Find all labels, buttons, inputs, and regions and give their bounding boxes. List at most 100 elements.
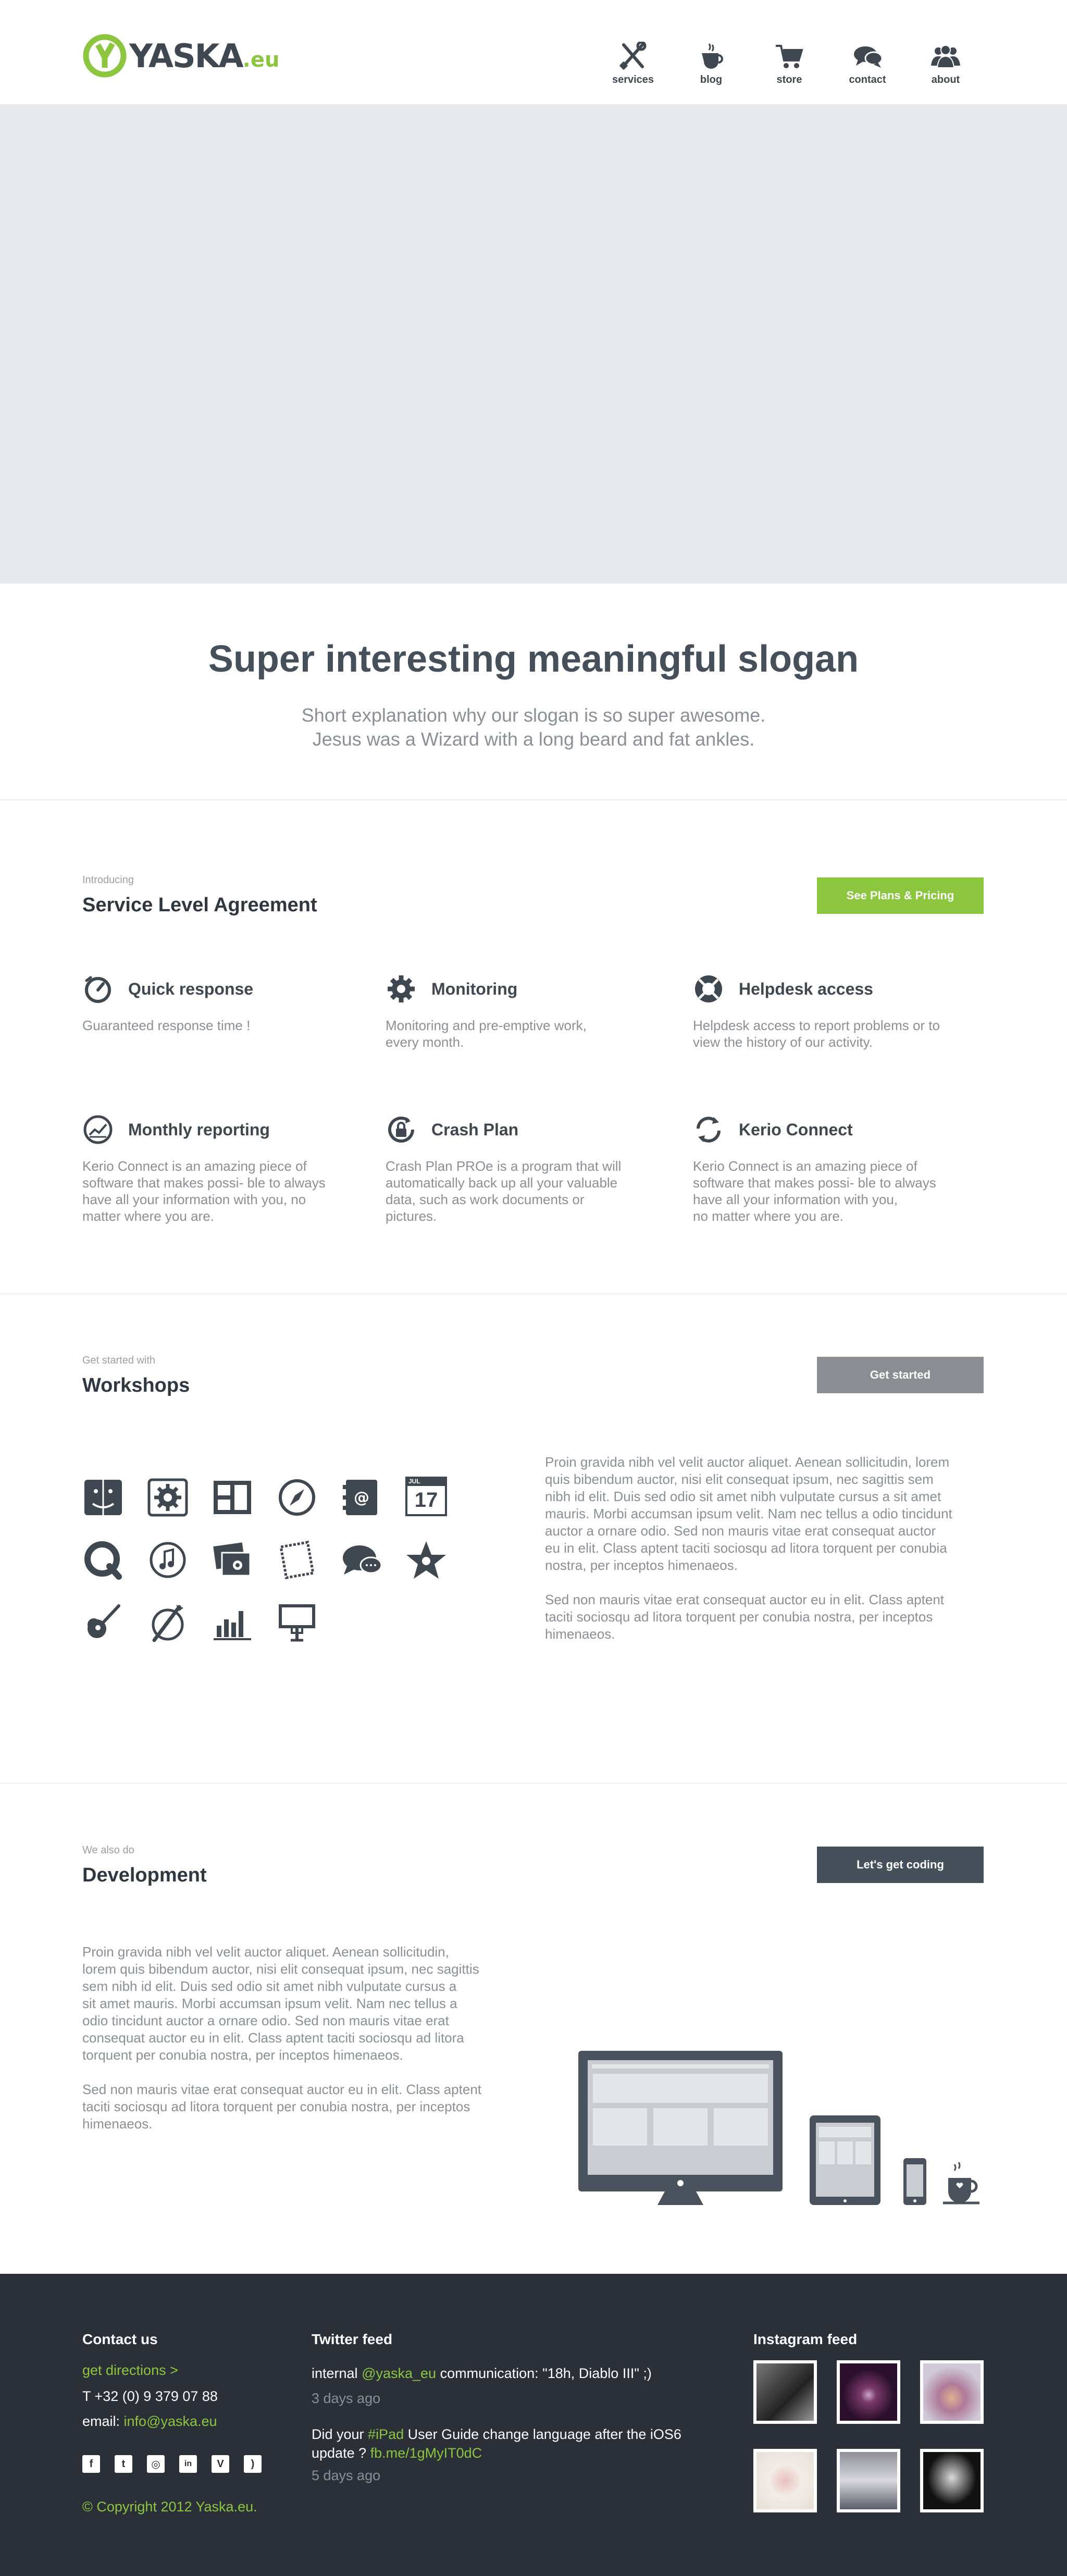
twitter-feed-title: Twitter feed bbox=[312, 2331, 393, 2347]
instagram-photo[interactable] bbox=[837, 2360, 900, 2424]
section-kicker: Get started with bbox=[82, 1355, 156, 1366]
calendar-day: 17 bbox=[405, 1486, 447, 1516]
report-chart-icon bbox=[83, 1115, 113, 1144]
coffee-cup-icon bbox=[702, 43, 723, 69]
tweet-text: update ? bbox=[312, 2445, 370, 2461]
nav-label: services bbox=[612, 74, 654, 85]
iphoto-icon bbox=[213, 1542, 251, 1577]
see-plans-pricing-button[interactable]: See Plans & Pricing bbox=[817, 877, 984, 914]
address-book-icon: @ bbox=[343, 1480, 377, 1515]
tweet-text: communication: "18h, Diablo III" ;) bbox=[436, 2366, 652, 2381]
sla-section: Introducing Service Level Agreement See … bbox=[0, 800, 1067, 1294]
main-nav: services blog store contact about bbox=[594, 42, 985, 86]
section-title: Development bbox=[82, 1864, 207, 1886]
vimeo-icon[interactable]: V bbox=[212, 2455, 229, 2473]
instagram-photo[interactable] bbox=[753, 2449, 817, 2512]
contact-title: Contact us bbox=[82, 2331, 158, 2347]
instagram-icon[interactable]: ◎ bbox=[147, 2455, 165, 2473]
feature-monthly-reporting: Monthly reporting Kerio Connect is an am… bbox=[82, 1113, 374, 1224]
site-footer: Contact us get directions > T +32 (0) 9 … bbox=[0, 2274, 1067, 2576]
phone-icon bbox=[903, 2158, 926, 2205]
messages-icon bbox=[343, 1545, 382, 1575]
garageband-guitar-icon bbox=[88, 1604, 120, 1638]
copyright: © Copyright 2012 Yaska.eu. bbox=[82, 2499, 257, 2515]
people-icon bbox=[931, 45, 960, 68]
itunes-music-icon bbox=[150, 1542, 186, 1578]
instagram-photo[interactable] bbox=[837, 2449, 900, 2512]
tweet-text: User Guide change language after the iOS… bbox=[404, 2426, 681, 2442]
nav-item-store[interactable]: store bbox=[750, 42, 828, 86]
tweet-url-link[interactable]: fb.me/1gMyIT0dC bbox=[370, 2445, 482, 2461]
tweet-mention-link[interactable]: @yaska_eu bbox=[362, 2366, 436, 2381]
preview-stamp-icon bbox=[279, 1541, 315, 1579]
slogan-subtitle: Short explanation why our slogan is so s… bbox=[301, 704, 766, 750]
feature-helpdesk-access: Helpdesk access Helpdesk access to repor… bbox=[693, 972, 985, 1050]
development-section: We also do Development Let's get coding … bbox=[0, 1784, 1067, 2274]
section-title: Workshops bbox=[82, 1374, 190, 1396]
finder-icon bbox=[84, 1480, 122, 1515]
instagram-photo[interactable] bbox=[920, 2449, 984, 2512]
linkedin-icon[interactable]: in bbox=[179, 2455, 197, 2473]
nav-item-about[interactable]: about bbox=[907, 42, 985, 86]
tweet-2-time: 5 days ago bbox=[312, 2468, 381, 2483]
svg-text:@: @ bbox=[354, 1489, 369, 1507]
quicktime-icon bbox=[84, 1541, 122, 1580]
feature-text: Helpdesk access to report problems or to… bbox=[693, 1018, 940, 1050]
speech-bubbles-icon bbox=[854, 46, 883, 68]
nav-item-contact[interactable]: contact bbox=[828, 42, 907, 86]
twitter-icon[interactable]: t bbox=[115, 2455, 132, 2473]
keynote-podium-icon bbox=[279, 1604, 315, 1642]
rss-icon[interactable]: ) bbox=[244, 2455, 262, 2473]
feature-text: Guaranteed response time ! bbox=[82, 1018, 251, 1033]
imovie-star-icon bbox=[406, 1541, 446, 1579]
get-started-button[interactable]: Get started bbox=[817, 1357, 984, 1393]
instagram-photo[interactable] bbox=[920, 2360, 984, 2424]
facebook-icon[interactable]: f bbox=[82, 2455, 100, 2473]
calendar-month: JUL bbox=[405, 1477, 447, 1486]
feature-title: Quick response bbox=[128, 979, 254, 998]
shopping-cart-icon bbox=[776, 45, 803, 68]
nav-item-blog[interactable]: blog bbox=[672, 42, 750, 86]
feature-title: Kerio Connect bbox=[739, 1120, 853, 1139]
devices-illustration bbox=[578, 2051, 979, 2205]
instagram-photo[interactable] bbox=[753, 2360, 817, 2424]
lock-refresh-icon bbox=[388, 1116, 414, 1143]
slogan-title: Super interesting meaningful slogan bbox=[208, 638, 859, 680]
tweet-hashtag-link[interactable]: #iPad bbox=[368, 2426, 404, 2442]
tweet-1-time: 3 days ago bbox=[312, 2391, 381, 2406]
slogan-section: Super interesting meaningful slogan Shor… bbox=[0, 584, 1067, 800]
nav-label: blog bbox=[700, 74, 723, 85]
logo[interactable]: YASKA .eu bbox=[82, 32, 279, 79]
feature-text: Kerio Connect is an amazing piece of sof… bbox=[693, 1158, 936, 1224]
feature-text: Crash Plan PROe is a program that will a… bbox=[386, 1158, 622, 1224]
site-header: YASKA .eu services blog store contact ab… bbox=[0, 0, 1067, 104]
numbers-chart-icon bbox=[214, 1611, 251, 1640]
feature-title: Crash Plan bbox=[431, 1120, 519, 1139]
ical-calendar-icon: JUL 17 bbox=[405, 1477, 447, 1518]
logo-tld: .eu bbox=[242, 48, 280, 72]
lets-get-coding-button[interactable]: Let's get coding bbox=[817, 1847, 984, 1883]
tools-icon bbox=[619, 42, 647, 70]
nav-item-services[interactable]: services bbox=[594, 42, 672, 86]
system-preferences-icon bbox=[147, 1478, 188, 1517]
development-description: Proin gravida nibh vel velit auctor aliq… bbox=[82, 1944, 481, 2132]
gear-icon bbox=[388, 975, 415, 1002]
feature-monitoring: Monitoring Monitoring and pre-emptive wo… bbox=[386, 972, 677, 1050]
feature-title: Monthly reporting bbox=[128, 1120, 270, 1139]
nav-label: store bbox=[776, 74, 802, 85]
dashboard-icon bbox=[214, 1481, 251, 1514]
tweet-text: Did your bbox=[312, 2426, 368, 2442]
get-directions-link[interactable]: get directions > bbox=[82, 2362, 178, 2379]
tablet-icon bbox=[810, 2115, 880, 2205]
hero-image-placeholder bbox=[0, 104, 1067, 584]
feature-title: Monitoring bbox=[431, 979, 518, 998]
instagram-feed-title: Instagram feed bbox=[753, 2331, 858, 2347]
logo-wordmark: YASKA bbox=[129, 36, 244, 75]
sync-arrows-icon bbox=[697, 1117, 721, 1143]
yaska-logo-icon bbox=[83, 34, 127, 78]
section-kicker: We also do bbox=[82, 1844, 134, 1856]
workshops-section: Get started with Workshops Get started @… bbox=[0, 1294, 1067, 1784]
email-link[interactable]: info@yaska.eu bbox=[124, 2413, 217, 2429]
stopwatch-icon bbox=[85, 976, 111, 1003]
lifebuoy-icon bbox=[695, 975, 722, 1002]
